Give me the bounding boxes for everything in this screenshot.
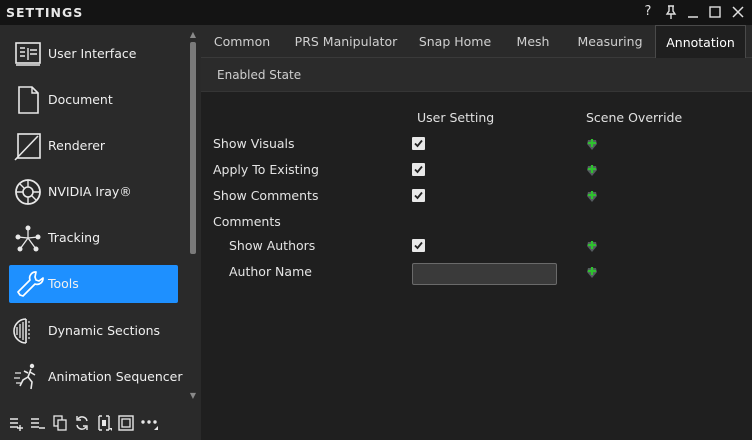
document-icon [12, 84, 44, 116]
show-comments-checkbox[interactable] [412, 189, 425, 202]
minimize-button[interactable] [684, 3, 702, 21]
tab-bar: Common PRS Manipulator Snap Home Mesh Me… [201, 25, 752, 59]
sidebar-item-label: Dynamic Sections [48, 323, 161, 338]
sidebar-item-label: NVIDIA Iray® [48, 184, 132, 199]
apply-to-existing-checkbox[interactable] [412, 163, 425, 176]
add-icon[interactable] [8, 414, 26, 432]
import-icon[interactable] [95, 414, 113, 432]
close-button[interactable] [729, 3, 747, 21]
comments-group-label: Comments [213, 214, 281, 229]
sidebar-item-document[interactable]: Document [9, 81, 178, 119]
tracking-icon [12, 222, 44, 254]
wrench-icon [12, 268, 44, 300]
sidebar-item-animation-sequencer[interactable]: Animation Sequencer [9, 358, 183, 396]
sidebar-item-nvidia-iray[interactable]: NVIDIA Iray® [9, 173, 178, 211]
show-visuals-checkbox[interactable] [412, 137, 425, 150]
sidebar-item-dynamic-sections[interactable]: Dynamic Sections [9, 312, 178, 350]
sidebar-scrollbar-thumb[interactable] [190, 42, 196, 254]
sidebar-item-label: Tracking [48, 230, 101, 245]
export-icon[interactable] [117, 414, 135, 432]
sidebar-item-tools[interactable]: Tools [9, 265, 178, 303]
scene-override-icon[interactable] [585, 238, 599, 252]
animation-sequencer-icon [12, 361, 44, 393]
column-header-user-setting: User Setting [417, 110, 495, 125]
section-label: Enabled State [217, 68, 302, 82]
author-name-input[interactable] [412, 263, 557, 285]
tab-annotation[interactable]: Annotation [655, 25, 746, 59]
show-comments-label: Show Comments [213, 188, 319, 203]
apply-to-existing-label: Apply To Existing [213, 162, 319, 177]
author-name-label: Author Name [229, 264, 312, 279]
sidebar-item-label: User Interface [48, 46, 137, 61]
renderer-icon [12, 130, 44, 162]
show-visuals-label: Show Visuals [213, 136, 295, 151]
scroll-down-arrow[interactable]: ▼ [188, 392, 198, 400]
nvidia-iray-icon [12, 176, 44, 208]
settings-panel: User Setting Scene Override Show Visuals… [201, 92, 752, 440]
show-authors-checkbox[interactable] [412, 239, 425, 252]
show-authors-label: Show Authors [229, 238, 316, 253]
sidebar-item-tracking[interactable]: Tracking [9, 219, 178, 257]
column-header-scene-override: Scene Override [586, 110, 683, 125]
copy-icon[interactable] [51, 414, 69, 432]
sidebar-item-label: Animation Sequencer [48, 369, 183, 384]
tab-mesh[interactable]: Mesh [501, 25, 565, 58]
remove-icon[interactable] [29, 414, 47, 432]
tab-common[interactable]: Common [201, 25, 283, 58]
tab-prs-manipulator[interactable]: PRS Manipulator [283, 25, 409, 58]
sidebar-item-label: Tools [48, 276, 79, 291]
dynamic-sections-icon [12, 315, 44, 347]
sidebar-toolbar [0, 407, 201, 440]
user-interface-icon [12, 38, 44, 70]
section-header: Enabled State [201, 58, 752, 92]
pin-icon[interactable] [662, 3, 680, 21]
maximize-button[interactable] [706, 3, 724, 21]
scene-override-icon[interactable] [585, 136, 599, 150]
title-bar: SETTINGS ? [0, 0, 752, 25]
window-title: SETTINGS [6, 5, 84, 20]
scene-override-icon[interactable] [585, 264, 599, 278]
sidebar-item-label: Renderer [48, 138, 106, 153]
sidebar-item-label: Document [48, 92, 113, 107]
sidebar-item-user-interface[interactable]: User Interface [9, 35, 178, 73]
scene-override-icon[interactable] [585, 162, 599, 176]
scroll-up-arrow[interactable]: ▲ [188, 31, 198, 39]
tab-snap-home[interactable]: Snap Home [409, 25, 501, 58]
scene-override-icon[interactable] [585, 188, 599, 202]
more-icon[interactable] [140, 414, 158, 432]
refresh-icon[interactable] [73, 414, 91, 432]
sidebar-item-renderer[interactable]: Renderer [9, 127, 178, 165]
tab-measuring[interactable]: Measuring [565, 25, 655, 58]
sidebar: User Interface Document Renderer NVIDIA … [0, 25, 201, 440]
help-button[interactable]: ? [639, 3, 657, 21]
